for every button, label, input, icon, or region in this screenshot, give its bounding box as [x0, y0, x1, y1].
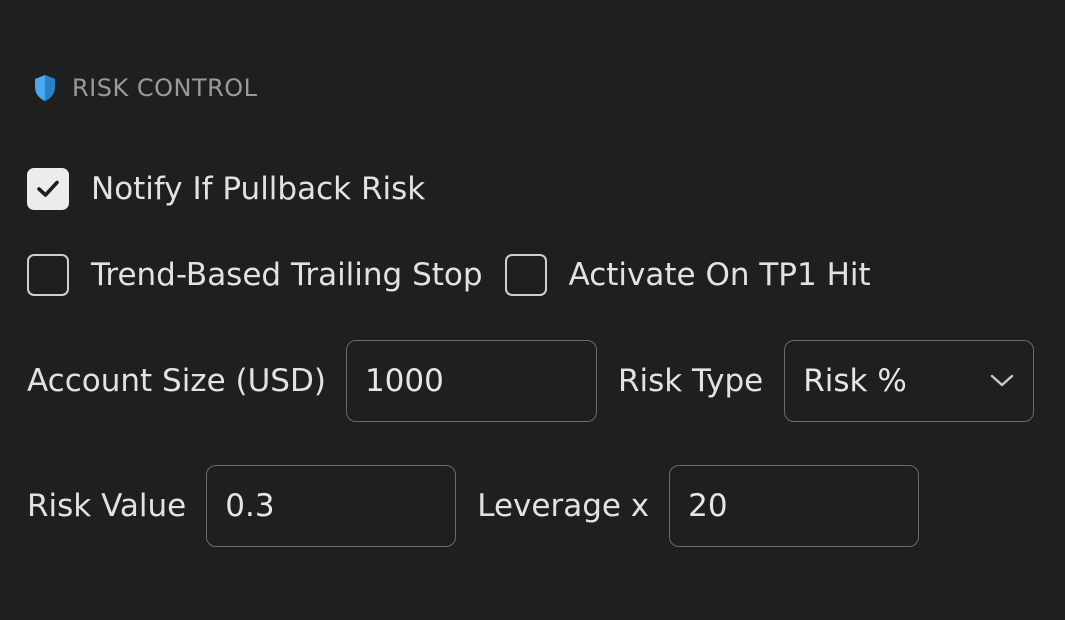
account-row: Account Size (USD) Risk Type Risk %	[27, 340, 1035, 422]
checkmark-icon	[37, 180, 59, 197]
risk-type-select[interactable]: Risk %	[784, 340, 1035, 422]
activate-tp1-label[interactable]: Activate On TP1 Hit	[569, 257, 871, 293]
risk-control-panel: RISK CONTROL Notify If Pullback Risk Tre…	[0, 0, 1065, 620]
leverage-input[interactable]	[669, 465, 920, 547]
notify-pullback-checkbox[interactable]	[27, 168, 69, 210]
risk-value-label: Risk Value	[27, 488, 187, 524]
chevron-down-icon	[991, 374, 1014, 387]
shield-icon	[33, 74, 57, 102]
risk-value-row: Risk Value Leverage x	[27, 465, 920, 547]
notify-pullback-label[interactable]: Notify If Pullback Risk	[91, 171, 425, 207]
notify-pullback-row: Notify If Pullback Risk	[27, 168, 425, 210]
trailing-stop-row: Trend-Based Trailing Stop Activate On TP…	[27, 254, 871, 296]
risk-type-value: Risk %	[803, 363, 907, 399]
risk-type-label: Risk Type	[617, 363, 764, 399]
trend-trailing-stop-checkbox[interactable]	[27, 254, 69, 296]
trend-trailing-stop-label[interactable]: Trend-Based Trailing Stop	[91, 257, 483, 293]
activate-tp1-checkbox[interactable]	[504, 254, 547, 296]
account-size-label: Account Size (USD)	[27, 363, 326, 399]
section-header: RISK CONTROL	[33, 72, 258, 104]
leverage-label: Leverage x	[477, 488, 650, 524]
section-title: RISK CONTROL	[72, 74, 258, 102]
risk-value-input[interactable]	[206, 465, 457, 547]
account-size-input[interactable]	[345, 340, 597, 422]
